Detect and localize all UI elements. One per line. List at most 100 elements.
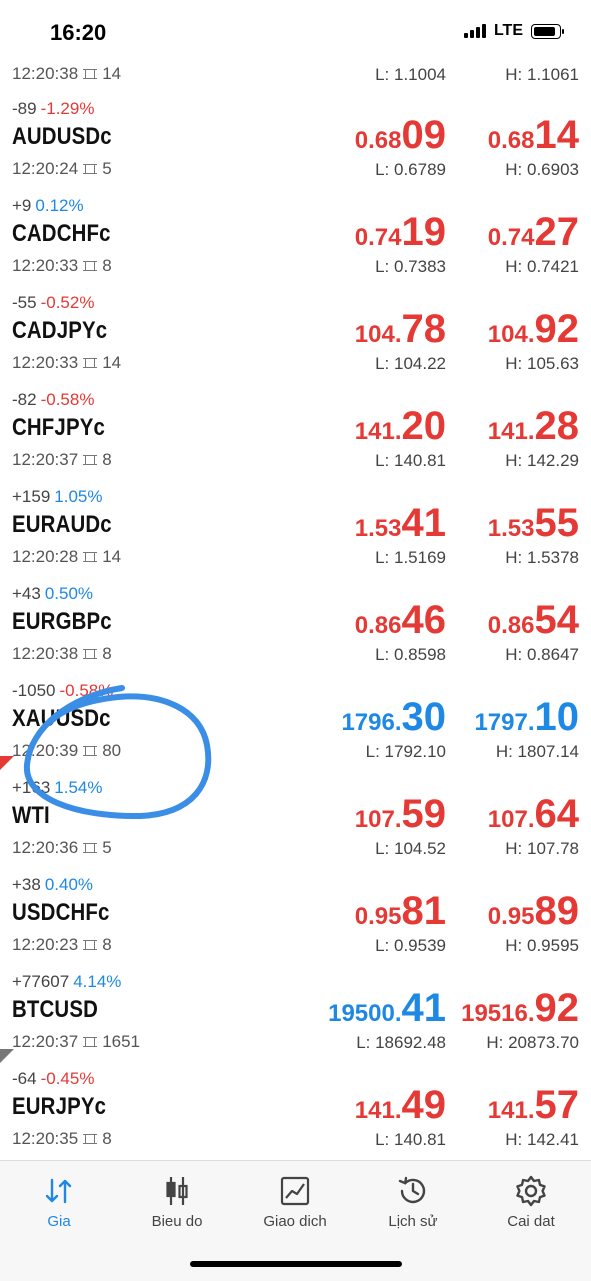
quote-time: 12:20:33 [12, 256, 79, 275]
ask-price: 141.28 [488, 404, 579, 449]
bid-price-prefix: 0.68 [354, 127, 402, 154]
quote-symbol: BTCUSD [12, 996, 99, 1023]
tab-history[interactable]: Lịch sử [354, 1169, 472, 1230]
ask-price: 19516.92 [461, 986, 579, 1031]
change-points: +38 [12, 875, 41, 894]
change-points: -82 [12, 390, 37, 409]
quote-change: -82 -0.58% [12, 390, 94, 410]
ask-price: 1.5355 [488, 501, 579, 546]
quote-spread: 5 [102, 838, 112, 857]
ask-price-prefix: 104. [487, 321, 535, 348]
change-percent: -0.52% [40, 293, 95, 312]
quote-time: 12:20:24 [12, 159, 79, 178]
change-percent: 0.40% [44, 875, 94, 894]
quote-row[interactable]: +38 0.40% USDCHFc 12:20:23 8 0.9581 0.9589 L: 0… [0, 869, 591, 966]
quote-change: -89 -1.29% [12, 99, 94, 119]
bid-price-prefix: 141. [354, 1097, 402, 1124]
tab-quotes[interactable]: Gia [0, 1169, 118, 1230]
ask-price-prefix: 107. [487, 806, 535, 833]
quote-spread: 8 [102, 644, 112, 663]
signal-icon [463, 24, 486, 38]
bid-price: 0.8646 [355, 598, 446, 643]
ask-price: 141.57 [488, 1083, 579, 1128]
tab-charts[interactable]: Bieu do [118, 1169, 236, 1230]
bid-price-pips: 20 [401, 404, 447, 448]
bid-price-pips: 46 [401, 598, 447, 642]
tab-trade[interactable]: Giao dich [236, 1169, 354, 1230]
ask-price-pips: 64 [534, 792, 580, 836]
quote-low: L: 104.52 [375, 839, 446, 858]
quotes-list[interactable]: 12:20:38 14 L: 1.1004 H: 1.1061 -89 -1.29… [0, 55, 591, 1160]
bid-price: 1.5341 [355, 501, 446, 546]
ask-price: 107.64 [488, 792, 579, 837]
ask-price-prefix: 1.53 [487, 515, 535, 542]
bid-price-pips: 19 [401, 210, 447, 254]
change-percent: 0.50% [44, 584, 94, 603]
quote-low: L: 1792.10 [365, 742, 446, 761]
tab-label: Lịch sử [388, 1213, 438, 1230]
quote-spread: 8 [102, 935, 112, 954]
change-percent: 1.05% [54, 487, 103, 506]
quote-row[interactable]: -89 -1.29% AUDUSDc 12:20:24 5 0.6809 0.6814 L: … [0, 93, 591, 190]
quote-row[interactable]: -1050 -0.58% XAUUSDc 12:20:39 80 1796.30 1797.… [0, 675, 591, 772]
quote-row[interactable]: +163 1.54% WTI 12:20:36 5 107.59 107.64 L: 104.… [0, 756, 591, 869]
ask-price: 0.8654 [488, 598, 579, 643]
ask-price-pips: 55 [534, 501, 580, 545]
quote-row[interactable]: +159 1.05% EURAUDc 12:20:28 14 1.5341 1.5355 L:… [0, 481, 591, 578]
ask-price-prefix: 19516. [461, 1000, 535, 1027]
ask-price-prefix: 141. [487, 418, 535, 445]
ask-price: 0.6814 [488, 113, 579, 158]
row-marker-icon [0, 1049, 14, 1063]
quote-time: 12:20:33 [12, 353, 79, 372]
spread-icon [82, 743, 98, 759]
spread-icon [82, 937, 98, 953]
ask-price-pips: 89 [534, 889, 580, 933]
tab-label: Bieu do [151, 1213, 203, 1230]
quote-low: L: 140.81 [375, 1130, 446, 1149]
quote-low: L: 140.81 [375, 451, 446, 470]
quote-low: L: 0.7383 [375, 257, 446, 276]
quote-spread: 8 [102, 450, 112, 469]
quote-row[interactable]: -82 -0.58% CHFJPYc 12:20:37 8 141.20 141.28 L: … [0, 384, 591, 481]
quote-spread: 14 [102, 547, 122, 566]
status-indicators: LTE [463, 22, 564, 40]
bid-price-prefix: 107. [354, 806, 402, 833]
ask-price-prefix: 0.68 [487, 127, 535, 154]
quote-meta: 12:20:38 14 [12, 64, 121, 84]
quote-time: 12:20:39 [12, 741, 79, 760]
spread-icon [82, 840, 98, 856]
quote-change: -55 -0.52% [12, 293, 94, 313]
ask-price: 104.92 [488, 307, 579, 352]
bid-price: 0.7419 [355, 210, 446, 255]
quote-row[interactable]: +77607 4.14% BTCUSD 12:20:37 1651 19500.41 195… [0, 966, 591, 1063]
quote-meta: 12:20:23 8 [12, 935, 112, 955]
ask-price-prefix: 1797. [474, 709, 535, 736]
bid-price-prefix: 141. [354, 418, 402, 445]
bid-price: 141.20 [355, 404, 446, 449]
quote-row[interactable]: +9 0.12% CADCHFc 12:20:33 8 0.7419 0.7427 L: 0.… [0, 190, 591, 287]
quote-row[interactable]: -55 -0.52% CADJPYc 12:20:33 14 104.78 104.92 L:… [0, 287, 591, 384]
row-marker-icon [0, 756, 14, 770]
quote-high: H: 0.9595 [505, 936, 579, 955]
battery-icon [531, 23, 564, 39]
ask-price-prefix: 0.86 [487, 612, 535, 639]
quote-spread: 80 [102, 741, 122, 760]
ask-price-prefix: 141. [487, 1097, 535, 1124]
quote-meta: 12:20:37 1651 [12, 1032, 140, 1052]
bid-price-prefix: 19500. [328, 1000, 402, 1027]
quote-symbol: CHFJPYc [12, 414, 106, 441]
quote-row[interactable]: -64 -0.45% EURJPYc 12:20:35 8 141.49 141.57 L: … [0, 1049, 591, 1160]
change-points: -55 [12, 293, 37, 312]
quote-row-partial[interactable]: 12:20:38 14 L: 1.1004 H: 1.1061 [0, 55, 591, 93]
tab-settings[interactable]: Cai dat [472, 1169, 590, 1230]
quote-meta: 12:20:33 8 [12, 256, 112, 276]
ask-price-pips: 57 [534, 1083, 580, 1127]
quote-row[interactable]: +43 0.50% EURGBPc 12:20:38 8 0.8646 0.8654 L: 0… [0, 578, 591, 675]
spread-icon [82, 355, 98, 371]
bid-price-prefix: 0.86 [354, 612, 402, 639]
quote-high: H: 142.41 [505, 1130, 579, 1149]
change-points: +9 [12, 196, 32, 215]
quote-low: L: 104.22 [375, 354, 446, 373]
ask-price-pips: 54 [534, 598, 580, 642]
candlestick-chart-icon [166, 1177, 188, 1205]
